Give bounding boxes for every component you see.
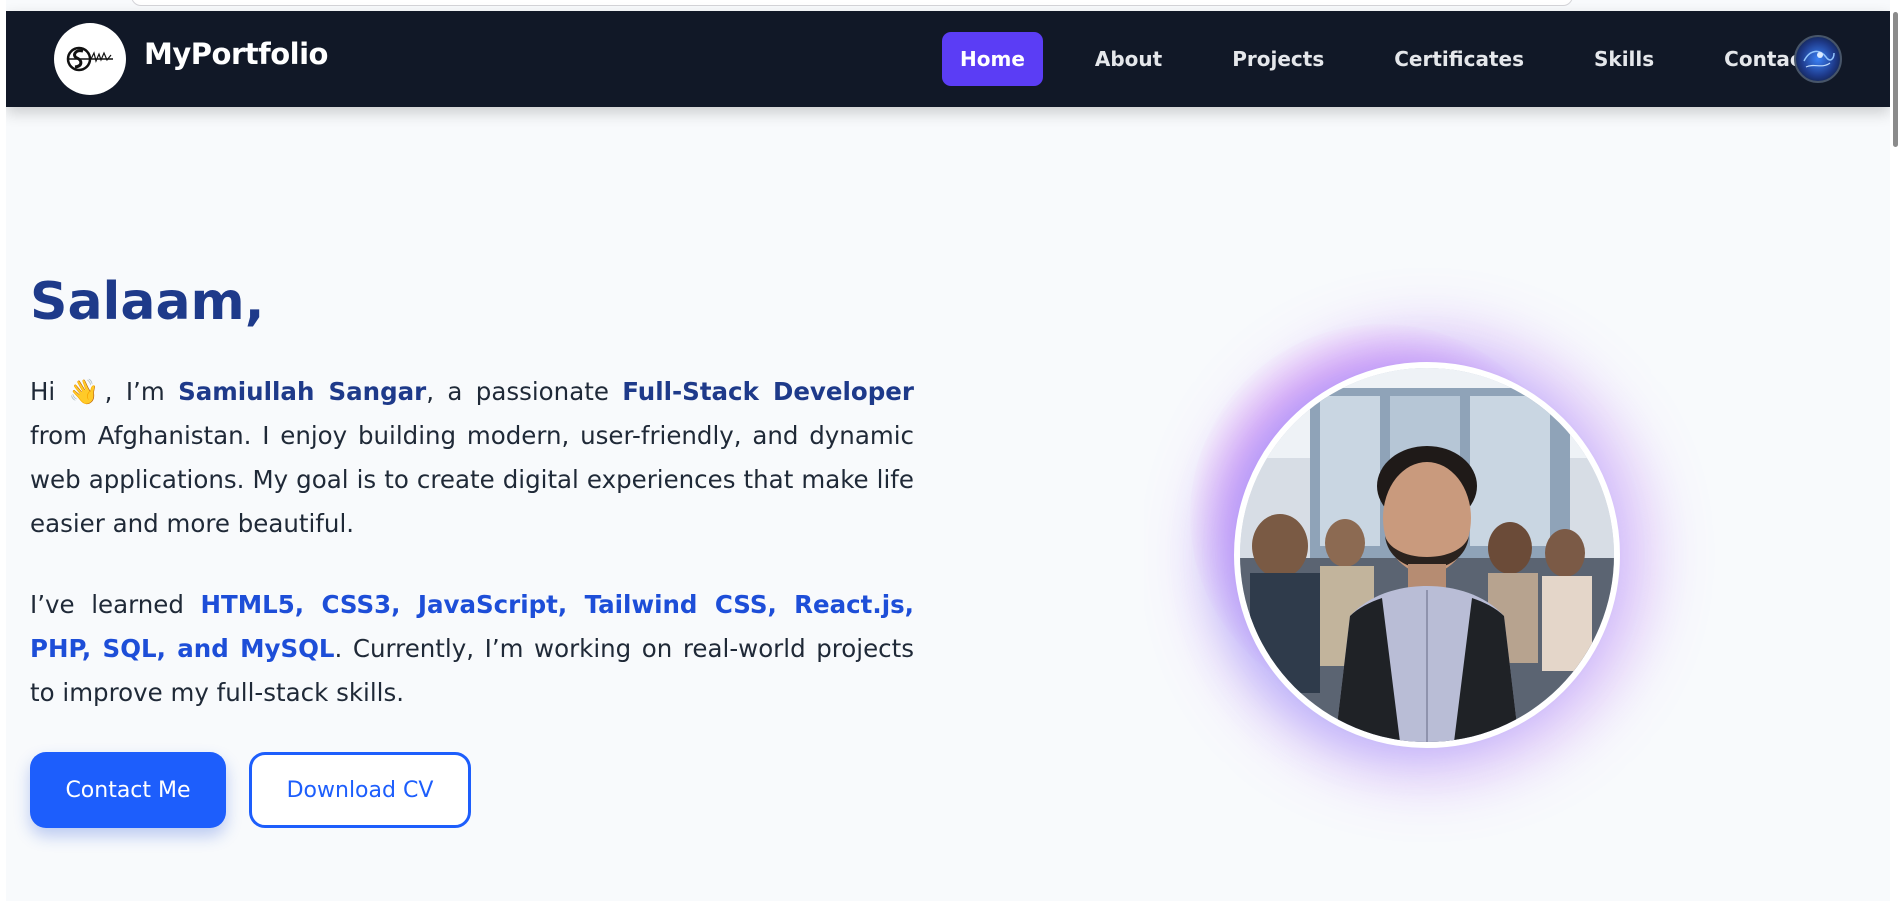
intro-mid: , a passionate <box>426 377 623 406</box>
browser-address-bar-edge <box>131 0 1573 6</box>
navbar: MyPortfolio Home About Projects Certific… <box>6 11 1890 107</box>
nav-skills[interactable]: Skills <box>1576 32 1672 86</box>
download-cv-button[interactable]: Download CV <box>249 752 471 828</box>
skills-lead: I’ve learned <box>30 590 201 619</box>
intro-rest: from Afghanistan. I enjoy building moder… <box>30 421 914 538</box>
scrollbar-thumb[interactable] <box>1893 12 1898 147</box>
skills-paragraph: I’ve learned HTML5, CSS3, JavaScript, Ta… <box>30 583 914 715</box>
nav-projects[interactable]: Projects <box>1214 32 1342 86</box>
hero-title: Salaam, <box>30 272 265 332</box>
contact-me-button[interactable]: Contact Me <box>30 752 226 828</box>
nav-home[interactable]: Home <box>942 32 1043 86</box>
nav-certificates[interactable]: Certificates <box>1376 32 1542 86</box>
intro-paragraph: Hi 👋, I’m Samiullah Sangar, a passionate… <box>30 370 914 546</box>
intro-hi: Hi <box>30 377 69 406</box>
profile-photo <box>1234 362 1620 748</box>
signature-logo-icon[interactable] <box>54 23 126 95</box>
author-role: Full-Stack Developer <box>622 377 914 406</box>
nav-links: Home About Projects Certificates Skills … <box>942 32 1863 86</box>
page-scrollbar[interactable] <box>1890 0 1899 901</box>
page-viewport: MyPortfolio Home About Projects Certific… <box>6 0 1890 901</box>
author-name: Samiullah Sangar <box>178 377 427 406</box>
intro-im: , I’m <box>104 377 179 406</box>
wave-icon: 👋 <box>68 377 105 406</box>
nav-about[interactable]: About <box>1077 32 1180 86</box>
brand-name[interactable]: MyPortfolio <box>144 37 328 71</box>
profile-avatar-icon[interactable] <box>1794 35 1842 83</box>
